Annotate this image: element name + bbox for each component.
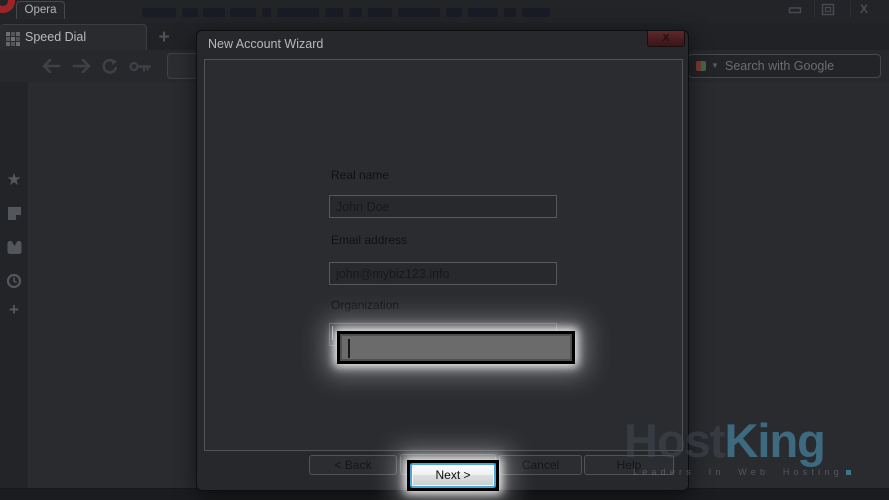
downloads-icon xyxy=(7,240,22,255)
dimmed-text-blob xyxy=(262,8,271,17)
real-name-input[interactable] xyxy=(329,195,557,218)
panel-sidebar: ★ + xyxy=(0,82,29,488)
maximize-button[interactable] xyxy=(814,1,841,18)
history-panel-button[interactable] xyxy=(0,270,28,292)
dimmed-text-blob xyxy=(325,8,343,17)
search-box[interactable]: ▼ xyxy=(688,54,881,78)
wizard-content-panel: Real name Email address Organization xyxy=(204,59,683,451)
search-input[interactable] xyxy=(723,56,873,76)
reload-button[interactable] xyxy=(97,50,123,82)
notes-icon xyxy=(7,206,22,220)
real-name-label: Real name xyxy=(331,168,389,182)
new-account-wizard-dialog: New Account Wizard X Real name Email add… xyxy=(196,30,689,491)
dialog-close-button[interactable]: X xyxy=(647,31,685,47)
dimmed-text-blob xyxy=(468,8,498,17)
dimmed-text-blob xyxy=(446,8,462,17)
password-key-button[interactable] xyxy=(127,50,153,82)
minimize-icon xyxy=(788,1,802,18)
bookmarks-panel-button[interactable]: ★ xyxy=(0,168,28,190)
bookmarks-star-icon: ★ xyxy=(6,171,21,188)
dimmed-text-blob xyxy=(203,8,225,17)
add-panel-plus-icon: + xyxy=(9,301,19,318)
cancel-button-dialog[interactable]: Cancel xyxy=(499,455,582,475)
organization-caret xyxy=(332,326,333,340)
dimmed-text-blob xyxy=(349,8,362,17)
back-button-dialog[interactable]: < Back xyxy=(309,455,397,475)
organization-field-callout[interactable] xyxy=(337,331,575,364)
tab-label: Speed Dial xyxy=(25,30,86,44)
opera-browser-window: Opera X xyxy=(0,0,889,500)
dialog-close-icon: X xyxy=(662,32,669,44)
opera-menu-button[interactable]: Opera xyxy=(16,1,65,19)
organization-label: Organization xyxy=(331,298,399,312)
forward-arrow-icon xyxy=(72,59,91,73)
dimmed-text-blob xyxy=(182,8,198,17)
add-panel-button[interactable]: + xyxy=(0,298,28,320)
dimmed-text-blob xyxy=(230,8,256,17)
new-tab-plus-icon: + xyxy=(158,27,169,48)
next-button-callout[interactable]: Next > xyxy=(407,460,499,491)
notes-panel-button[interactable] xyxy=(0,202,28,224)
tab-speed-dial[interactable]: Speed Dial xyxy=(0,24,147,50)
dimmed-text-blob xyxy=(398,8,440,17)
email-address-input[interactable] xyxy=(329,262,557,285)
dialog-title: New Account Wizard xyxy=(208,37,323,51)
search-dropdown-icon[interactable]: ▼ xyxy=(711,61,719,70)
text-caret xyxy=(348,339,350,358)
history-clock-icon xyxy=(6,273,22,289)
window-close-icon: X xyxy=(860,2,868,16)
dimmed-text-blob xyxy=(277,8,319,17)
close-button[interactable]: X xyxy=(850,1,877,18)
window-titlebar: Opera X xyxy=(0,0,889,23)
speed-dial-grid-icon xyxy=(6,31,22,46)
maximize-icon xyxy=(821,1,835,18)
reload-icon xyxy=(101,58,119,75)
downloads-panel-button[interactable] xyxy=(0,236,28,258)
key-icon xyxy=(129,61,152,72)
forward-button[interactable] xyxy=(68,50,94,82)
new-tab-button[interactable]: + xyxy=(150,27,178,49)
email-address-label: Email address xyxy=(331,233,407,247)
minimize-button[interactable] xyxy=(781,1,808,18)
back-button[interactable] xyxy=(38,50,64,82)
help-button-dialog[interactable]: Help xyxy=(584,455,674,475)
dimmed-text-blob xyxy=(522,8,550,17)
google-favicon-icon xyxy=(696,61,706,71)
dimmed-text-blob xyxy=(142,8,176,17)
dimmed-text-blob xyxy=(368,8,392,17)
dimmed-text-blob xyxy=(504,8,516,17)
back-arrow-icon xyxy=(42,59,61,73)
next-button-face[interactable]: Next > xyxy=(410,463,496,488)
opera-logo-icon xyxy=(0,0,15,13)
